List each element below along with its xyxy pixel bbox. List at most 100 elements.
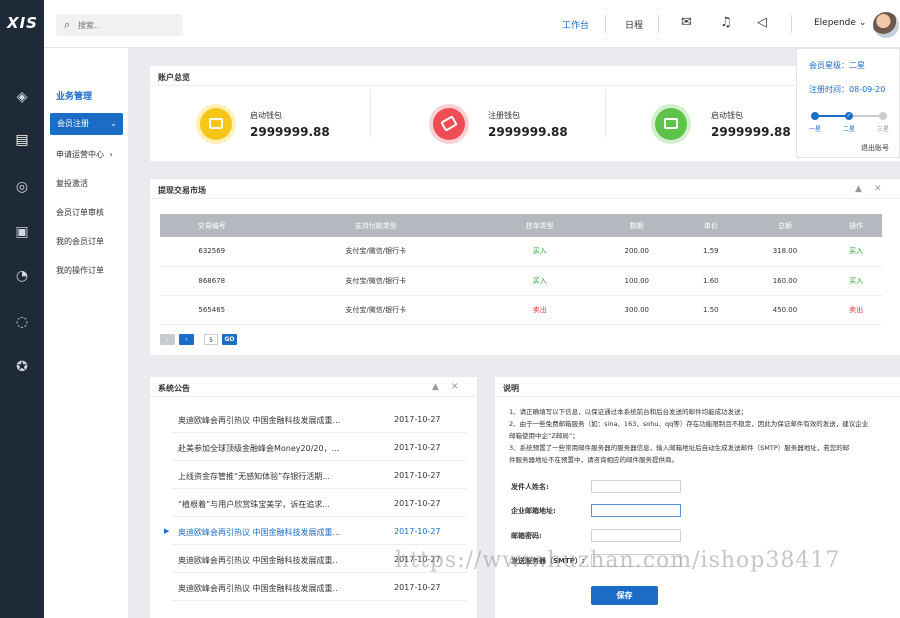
table-row: 565465 支付宝/微信/银行卡 卖出 300.00 1.50 450.00 卖出 <box>160 295 882 325</box>
notice-date: 2017-10-27 <box>394 443 441 452</box>
wallet-label: 注册钱包 <box>488 111 520 120</box>
notice-card: 系统公告 ▲ ✕ 奥迪欧峰会再引热议 中国金融科技发展成重... 2017-10-… <box>150 377 477 618</box>
email-password-label: 邮箱密码: <box>511 532 542 540</box>
table-cell: 868678 <box>160 266 264 296</box>
column-header: 总额 <box>739 214 831 237</box>
notice-date: 2017-10-27 <box>394 527 441 536</box>
notice-title: “植根着”与用户欣赏珠宝美学，诉在追求... <box>178 500 330 509</box>
level-label: 一星 <box>809 126 822 133</box>
explain-text: 邮箱使用中企“Z邮局”； <box>509 432 579 440</box>
search-input[interactable] <box>78 18 173 32</box>
close-icon[interactable]: ✕ <box>451 382 459 392</box>
column-header: 操作 <box>830 214 882 237</box>
sub-menu: 业务管理 会员注册 ⌄ 申请运营中心 › 复投激活 会员订单审核 我的会员订单 … <box>44 48 128 618</box>
app-logo[interactable]: XIS <box>7 14 38 32</box>
watermark: https://www.huzhan.com/ishop38417 <box>395 548 841 573</box>
notice-title: 奥迪欧峰会再引热议 中国金融科技发展成重... <box>178 416 341 425</box>
notice-title: 上线资金存管推“无感知体验”存银行活期... <box>178 472 330 481</box>
table-cell: 632569 <box>160 237 264 267</box>
table-cell: 1.50 <box>682 295 740 325</box>
search-icon: ⌕ <box>64 18 71 31</box>
bell-icon[interactable]: ♫ <box>720 15 732 30</box>
go-button[interactable]: GO <box>222 334 237 345</box>
list-item[interactable]: ▶ 奥迪欧峰会再引热议 中国金融科技发展成重... 2017-10-27 <box>164 517 467 545</box>
next-page-button[interactable]: › <box>179 334 194 345</box>
list-item[interactable]: 奥迪欧峰会再引热议 中国金融科技发展成重... 2017-10-27 <box>172 405 467 433</box>
mail-icon[interactable]: ✉ <box>681 15 692 30</box>
submenu-item-order-review[interactable]: 会员订单审核 <box>56 207 104 218</box>
nav-schedule[interactable]: 日程 <box>625 18 643 31</box>
row-action-link[interactable]: 买入 <box>830 266 882 296</box>
check-icon: ✓ <box>845 112 853 120</box>
card-icon <box>433 108 465 140</box>
user-menu[interactable]: Elepende ⌄ <box>814 18 866 28</box>
table-cell: 支付宝/微信/银行卡 <box>263 266 488 296</box>
submenu-item-my-member-orders[interactable]: 我的会员订单 <box>56 236 104 247</box>
table-cell: 100.00 <box>591 266 683 296</box>
explain-card: 说明 1、请正确填写以下信息，以保证通过本系统前台和后台发送的邮件均能成功发送；… <box>495 377 900 618</box>
column-header: 挂单类型 <box>487 214 592 237</box>
nav-workbench[interactable]: 工作台 <box>562 18 589 31</box>
submenu-item-member-register[interactable]: 会员注册 ⌄ <box>50 113 123 135</box>
wallet-icon <box>200 108 232 140</box>
market-table: 交易编号 支持付款类型 挂单类型 数额 单价 总额 操作 632569 支付宝/微信/银行卡买… <box>160 214 882 325</box>
email-address-label: 企业邮箱地址: <box>511 507 556 515</box>
explain-text: 3、系统预置了一些常用邮件服务器的服务器信息，输入邮箱地址后自动生成发送邮件（S… <box>509 444 850 452</box>
table-cell: 卖出 <box>487 295 592 325</box>
list-item[interactable]: 奥迪欧峰会再引热议 中国金融科技发展成重.. 2017-10-27 <box>172 573 467 601</box>
award-icon[interactable]: ✪ <box>12 357 32 377</box>
prev-page-button[interactable]: ‹ <box>160 334 175 345</box>
card-header: 系统公告 ▲ ✕ <box>150 377 477 397</box>
collapse-icon[interactable]: ▲ <box>432 382 439 392</box>
chat-icon[interactable]: ◌ <box>12 312 32 332</box>
wallet-label: 启动钱包 <box>711 111 743 120</box>
list-item[interactable]: “植根着”与用户欣赏珠宝美学，诉在追求... 2017-10-27 <box>172 489 467 517</box>
table-cell: 支付宝/微信/银行卡 <box>263 237 488 267</box>
gift-icon <box>655 108 687 140</box>
submenu-item-my-ops-orders[interactable]: 我的操作订单 <box>56 265 104 276</box>
wallet-amount: 2999999.88 <box>711 125 791 139</box>
sender-name-input[interactable] <box>591 480 681 493</box>
account-overview-card: 账户总览 启动钱包 2999999.88 注册钱包 2999999.88 启动钱… <box>150 66 900 161</box>
globe-icon[interactable]: ◎ <box>12 177 32 197</box>
table-cell: 160.00 <box>739 266 831 296</box>
submenu-item-ops-center[interactable]: 申请运营中心 › <box>56 149 113 160</box>
logout-link[interactable]: 退出账号 <box>861 143 889 153</box>
row-action-link[interactable]: 买入 <box>830 237 882 267</box>
table-row: 868678 支付宝/微信/银行卡 买入 100.00 1.60 160.00 买入 <box>160 266 882 296</box>
chevron-down-icon: ⌄ <box>858 18 867 28</box>
search-box[interactable]: ⌕ <box>56 14 183 36</box>
column-header: 单价 <box>682 214 740 237</box>
table-cell: 565465 <box>160 295 264 325</box>
list-item[interactable]: 上线资金存管推“无感知体验”存银行活期... 2017-10-27 <box>172 461 467 489</box>
notice-title: 奥迪欧峰会再引热议 中国金融科技发展成重.. <box>178 584 338 593</box>
table-cell: 1.59 <box>682 237 740 267</box>
level-dot <box>811 112 819 120</box>
card-header: 提现交易市场 ▲ ✕ <box>150 179 900 199</box>
avatar[interactable] <box>873 12 899 38</box>
divider <box>605 89 606 137</box>
wallet-amount: 2999999.88 <box>488 125 568 139</box>
chart-icon[interactable]: ◔ <box>12 266 32 286</box>
email-address-input[interactable] <box>591 504 681 517</box>
save-button[interactable]: 保存 <box>591 586 658 605</box>
layers-icon[interactable]: ◈ <box>12 87 32 107</box>
member-level: 会员星级：二星 <box>809 61 865 70</box>
level-dot <box>879 112 887 120</box>
close-icon[interactable]: ✕ <box>874 184 882 194</box>
card-title: 说明 <box>495 377 900 397</box>
submenu-item-label: 申请运营中心 <box>56 150 104 159</box>
sender-name-label: 发件人姓名: <box>511 483 549 491</box>
market-card: 提现交易市场 ▲ ✕ 交易编号 支持付款类型 挂单类型 数额 单价 总额 操作 632569… <box>150 179 900 355</box>
divider <box>658 15 659 33</box>
collapse-icon[interactable]: ▲ <box>855 184 862 194</box>
list-item[interactable]: 赴美参加全球顶级金融峰会Money20/20，... 2017-10-27 <box>172 433 467 461</box>
submenu-item-reinvest[interactable]: 复投激活 <box>56 178 88 189</box>
wallet-icon[interactable]: ▣ <box>12 222 32 242</box>
page-input[interactable]: 5 <box>204 334 218 345</box>
document-icon[interactable]: ▤ <box>12 130 32 150</box>
email-password-input[interactable] <box>591 529 681 542</box>
explain-text: 2、由于一些免费邮箱服务（如：sina、163、sohu、qq等）存在功能限制且… <box>509 420 869 428</box>
row-action-link[interactable]: 卖出 <box>830 295 882 325</box>
speaker-icon[interactable]: ◁ <box>757 15 767 30</box>
